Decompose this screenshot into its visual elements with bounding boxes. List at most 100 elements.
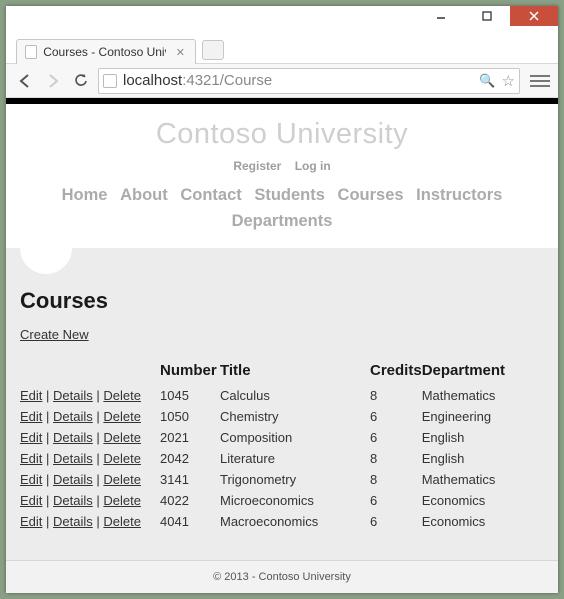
nav-instructors[interactable]: Instructors [416, 186, 502, 204]
col-header-department: Department [422, 362, 544, 385]
create-new-link[interactable]: Create New [20, 327, 89, 342]
delete-link[interactable]: Delete [103, 430, 141, 445]
details-link[interactable]: Details [53, 430, 93, 445]
cell-number: 1050 [160, 406, 220, 427]
url-host: localhost [123, 72, 182, 89]
tab-close-icon[interactable]: ✕ [176, 46, 185, 59]
window-titlebar [6, 6, 558, 34]
table-row: Edit | Details | Delete3141Trigonometry8… [20, 469, 544, 490]
cell-title: Macroeconomics [220, 511, 370, 532]
cell-credits: 6 [370, 406, 422, 427]
url-input[interactable]: localhost:4321/Course 🔍 ☆ [98, 68, 520, 94]
courses-table: Number Title Credits Department Edit | D… [20, 362, 544, 532]
edit-link[interactable]: Edit [20, 388, 42, 403]
delete-link[interactable]: Delete [103, 514, 141, 529]
cell-title: Composition [220, 427, 370, 448]
window-close-button[interactable] [510, 6, 558, 26]
reload-button[interactable] [70, 70, 92, 92]
details-link[interactable]: Details [53, 451, 93, 466]
page-title: Courses [20, 288, 544, 314]
tab-title: Courses - Contoso Univers [43, 45, 166, 59]
site-header: Contoso University Register Log in Home … [6, 104, 558, 248]
cell-number: 3141 [160, 469, 220, 490]
cell-department: Mathematics [422, 469, 544, 490]
cell-credits: 6 [370, 490, 422, 511]
page-icon [103, 74, 117, 88]
nav-home[interactable]: Home [62, 186, 108, 204]
main-nav: Home About Contact Students Courses Inst… [6, 183, 558, 234]
site-footer: © 2013 - Contoso University [6, 560, 558, 593]
delete-link[interactable]: Delete [103, 388, 141, 403]
cell-credits: 8 [370, 385, 422, 406]
nav-students[interactable]: Students [254, 186, 325, 204]
cell-department: Economics [422, 490, 544, 511]
login-link[interactable]: Log in [295, 159, 331, 173]
nav-courses[interactable]: Courses [338, 186, 404, 204]
delete-link[interactable]: Delete [103, 451, 141, 466]
cell-title: Calculus [220, 385, 370, 406]
address-bar: localhost:4321/Course 🔍 ☆ [6, 64, 558, 98]
cell-department: English [422, 448, 544, 469]
edit-link[interactable]: Edit [20, 472, 42, 487]
table-row: Edit | Details | Delete2021Composition6E… [20, 427, 544, 448]
nav-departments[interactable]: Departments [232, 212, 333, 230]
register-link[interactable]: Register [233, 159, 281, 173]
cell-number: 2021 [160, 427, 220, 448]
edit-link[interactable]: Edit [20, 514, 42, 529]
details-link[interactable]: Details [53, 472, 93, 487]
delete-link[interactable]: Delete [103, 493, 141, 508]
cell-number: 2042 [160, 448, 220, 469]
cell-credits: 8 [370, 448, 422, 469]
site-brand: Contoso University [6, 118, 558, 151]
cell-number: 1045 [160, 385, 220, 406]
cell-credits: 6 [370, 427, 422, 448]
table-row: Edit | Details | Delete1050Chemistry6Eng… [20, 406, 544, 427]
details-link[interactable]: Details [53, 409, 93, 424]
browser-window: Courses - Contoso Univers ✕ localhost:43… [6, 6, 558, 593]
new-tab-button[interactable] [202, 40, 224, 60]
cell-title: Microeconomics [220, 490, 370, 511]
nav-about[interactable]: About [120, 186, 168, 204]
col-header-number: Number [160, 362, 220, 385]
table-row: Edit | Details | Delete4041Macroeconomic… [20, 511, 544, 532]
cell-number: 4041 [160, 511, 220, 532]
bookmark-star-icon[interactable]: ☆ [502, 72, 515, 90]
page-viewport: Contoso University Register Log in Home … [6, 98, 558, 593]
forward-button[interactable] [42, 70, 64, 92]
table-header-row: Number Title Credits Department [20, 362, 544, 385]
tab-strip: Courses - Contoso Univers ✕ [6, 34, 558, 64]
details-link[interactable]: Details [53, 514, 93, 529]
window-minimize-button[interactable] [418, 6, 464, 26]
search-icon[interactable]: 🔍 [479, 73, 495, 89]
cell-department: Economics [422, 511, 544, 532]
cell-department: Engineering [422, 406, 544, 427]
nav-contact[interactable]: Contact [180, 186, 241, 204]
details-link[interactable]: Details [53, 388, 93, 403]
page-favicon-icon [25, 45, 37, 59]
cell-title: Trigonometry [220, 469, 370, 490]
cell-department: English [422, 427, 544, 448]
cell-department: Mathematics [422, 385, 544, 406]
browser-menu-button[interactable] [530, 72, 550, 90]
cell-title: Literature [220, 448, 370, 469]
edit-link[interactable]: Edit [20, 430, 42, 445]
col-header-title: Title [220, 362, 370, 385]
browser-tab[interactable]: Courses - Contoso Univers ✕ [16, 39, 196, 64]
cell-title: Chemistry [220, 406, 370, 427]
edit-link[interactable]: Edit [20, 451, 42, 466]
delete-link[interactable]: Delete [103, 472, 141, 487]
auth-links: Register Log in [6, 159, 558, 173]
back-button[interactable] [14, 70, 36, 92]
cell-number: 4022 [160, 490, 220, 511]
url-path: :4321/Course [182, 72, 272, 89]
table-row: Edit | Details | Delete4022Microeconomic… [20, 490, 544, 511]
table-row: Edit | Details | Delete2042Literature8En… [20, 448, 544, 469]
table-row: Edit | Details | Delete1045Calculus8Math… [20, 385, 544, 406]
cell-credits: 6 [370, 511, 422, 532]
edit-link[interactable]: Edit [20, 409, 42, 424]
page-content: Courses Create New Number Title Credits … [6, 248, 558, 548]
details-link[interactable]: Details [53, 493, 93, 508]
delete-link[interactable]: Delete [103, 409, 141, 424]
window-maximize-button[interactable] [464, 6, 510, 26]
edit-link[interactable]: Edit [20, 493, 42, 508]
